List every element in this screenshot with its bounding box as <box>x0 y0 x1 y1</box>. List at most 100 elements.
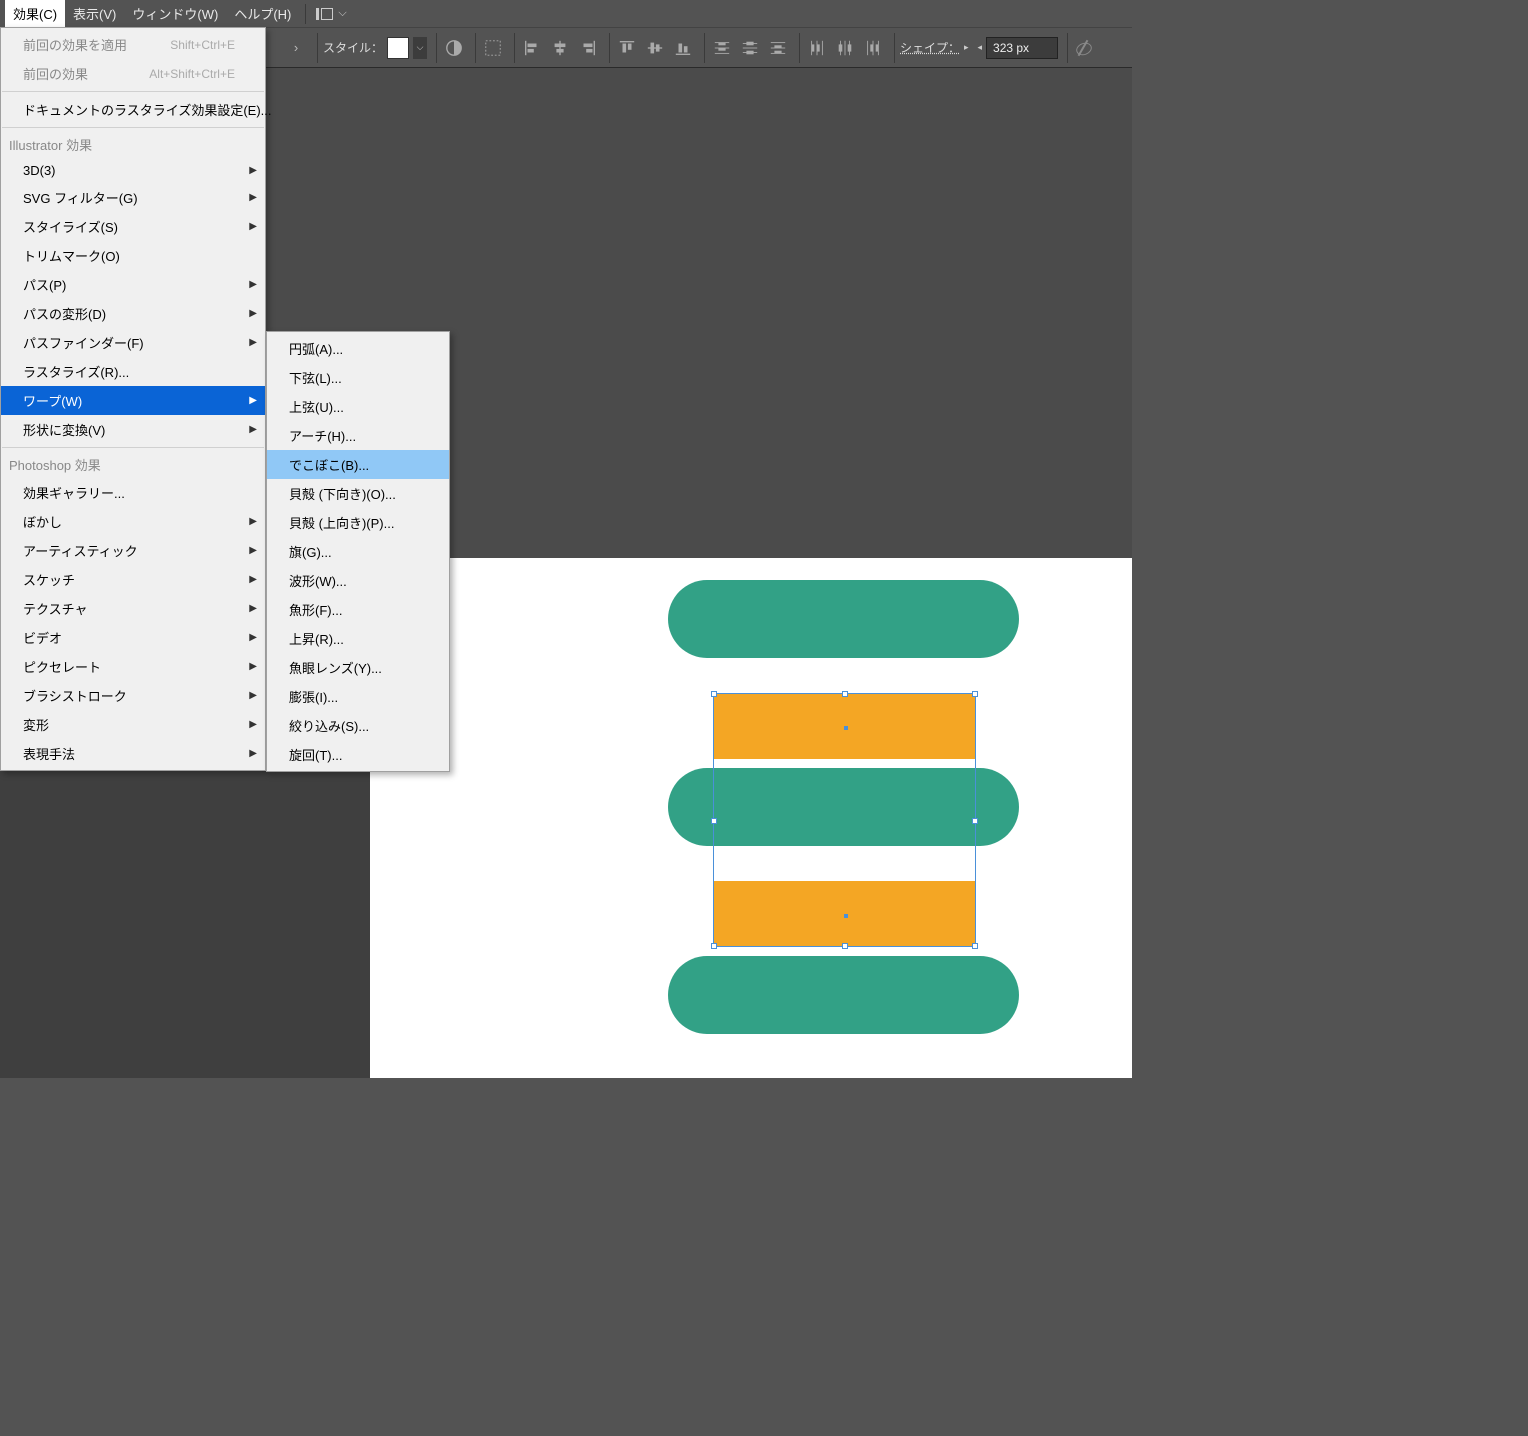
menubar: 効果(C) 表示(V) ウィンドウ(W) ヘルプ(H) ⌵ <box>0 0 1132 27</box>
distribute-top-icon[interactable] <box>710 36 734 60</box>
menu-ps-item-5[interactable]: ビデオ▶ <box>1 623 265 652</box>
distribute-vcenter-icon[interactable] <box>738 36 762 60</box>
distribute-left-icon[interactable] <box>805 36 829 60</box>
menu-warp-item-4[interactable]: でこぼこ(B)... <box>267 450 449 479</box>
panel-layout-icon[interactable] <box>316 7 334 21</box>
submenu-arrow-icon: ▶ <box>249 165 257 176</box>
menu-ps-item-1[interactable]: ぼかし▶ <box>1 507 265 536</box>
align-right-icon[interactable] <box>576 36 600 60</box>
align-top-icon[interactable] <box>615 36 639 60</box>
menu-warp-item-2[interactable]: 上弦(U)... <box>267 392 449 421</box>
menu-warp-item-12[interactable]: 膨張(I)... <box>267 682 449 711</box>
menu-warp-item-8[interactable]: 波形(W)... <box>267 566 449 595</box>
menu-warp-item-11[interactable]: 魚眼レンズ(Y)... <box>267 653 449 682</box>
menu-warp-item-5[interactable]: 貝殻 (下向き)(O)... <box>267 479 449 508</box>
style-dropdown[interactable]: ⌵ <box>413 37 427 59</box>
menu-warp-item-10[interactable]: 上昇(R)... <box>267 624 449 653</box>
shape-width-input[interactable] <box>986 37 1058 59</box>
menu-ai-item-4[interactable]: パス(P)▶ <box>1 270 265 299</box>
selection-handle[interactable] <box>972 691 978 697</box>
menu-ps-item-6[interactable]: ピクセレート▶ <box>1 652 265 681</box>
submenu-arrow-icon: ▶ <box>249 545 257 556</box>
align-to-artboard-icon[interactable] <box>481 36 505 60</box>
menu-ps-item-4[interactable]: テクスチャ▶ <box>1 594 265 623</box>
menu-ai-item-7[interactable]: ラスタライズ(R)... <box>1 357 265 386</box>
menu-warp-item-0[interactable]: 円弧(A)... <box>267 334 449 363</box>
separator <box>317 33 318 63</box>
submenu-arrow-icon: ▶ <box>249 719 257 730</box>
menu-ai-item-0[interactable]: 3D(3)▶ <box>1 158 265 183</box>
selection-center <box>844 914 848 918</box>
menu-warp-item-6[interactable]: 貝殻 (上向き)(P)... <box>267 508 449 537</box>
menu-ai-item-1[interactable]: SVG フィルター(G)▶ <box>1 183 265 212</box>
menu-ps-item-0[interactable]: 効果ギャラリー... <box>1 478 265 507</box>
separator <box>2 447 264 448</box>
menu-apply-last-effect: 前回の効果を適用 Shift+Ctrl+E <box>1 30 265 59</box>
menu-warp-item-9[interactable]: 魚形(F)... <box>267 595 449 624</box>
separator <box>799 33 800 63</box>
separator <box>1067 33 1068 63</box>
warp-submenu: 円弧(A)...下弦(L)...上弦(U)...アーチ(H)...でこぼこ(B)… <box>266 331 450 772</box>
selection-handle[interactable] <box>711 943 717 949</box>
separator <box>609 33 610 63</box>
selection-center <box>844 726 848 730</box>
menu-warp-item-1[interactable]: 下弦(L)... <box>267 363 449 392</box>
separator <box>894 33 895 63</box>
selection-handle[interactable] <box>972 943 978 949</box>
menu-ps-item-8[interactable]: 変形▶ <box>1 710 265 739</box>
submenu-arrow-icon: ▶ <box>249 395 257 406</box>
menu-ai-item-5[interactable]: パスの変形(D)▶ <box>1 299 265 328</box>
submenu-arrow-icon: ▶ <box>249 632 257 643</box>
menu-ai-item-9[interactable]: 形状に変換(V)▶ <box>1 415 265 444</box>
shape-pill[interactable] <box>668 580 1019 658</box>
submenu-arrow-icon: ▶ <box>249 192 257 203</box>
menu-help[interactable]: ヘルプ(H) <box>226 0 299 27</box>
distribute-bottom-icon[interactable] <box>766 36 790 60</box>
separator <box>475 33 476 63</box>
submenu-arrow-icon: ▶ <box>249 221 257 232</box>
selection-handle[interactable] <box>711 691 717 697</box>
submenu-arrow-icon: ▶ <box>249 279 257 290</box>
submenu-arrow-icon: ▶ <box>249 516 257 527</box>
menu-effect[interactable]: 効果(C) <box>5 0 65 27</box>
opacity-icon[interactable] <box>442 36 466 60</box>
menu-warp-item-13[interactable]: 絞り込み(S)... <box>267 711 449 740</box>
submenu-arrow-icon: ▶ <box>249 690 257 701</box>
menu-ps-item-7[interactable]: ブラシストローク▶ <box>1 681 265 710</box>
menu-header-photoshop: Photoshop 効果 <box>1 451 265 478</box>
distribute-hcenter-icon[interactable] <box>833 36 857 60</box>
separator <box>436 33 437 63</box>
selection-handle[interactable] <box>842 943 848 949</box>
menu-doc-raster-settings[interactable]: ドキュメントのラスタライズ効果設定(E)... <box>1 95 265 124</box>
align-left-icon[interactable] <box>520 36 544 60</box>
menu-ai-item-6[interactable]: パスファインダー(F)▶ <box>1 328 265 357</box>
style-label: スタイル： <box>323 39 383 56</box>
style-swatch[interactable] <box>387 37 409 59</box>
selection-handle[interactable] <box>972 818 978 824</box>
no-constraint-icon[interactable] <box>1073 38 1093 58</box>
menu-warp-item-3[interactable]: アーチ(H)... <box>267 421 449 450</box>
canvas[interactable] <box>370 558 1132 1078</box>
menu-window[interactable]: ウィンドウ(W) <box>124 0 226 27</box>
separator <box>305 4 306 24</box>
menu-ai-item-2[interactable]: スタイライズ(S)▶ <box>1 212 265 241</box>
selection-handle[interactable] <box>842 691 848 697</box>
shape-pill[interactable] <box>668 956 1019 1034</box>
align-hcenter-icon[interactable] <box>548 36 572 60</box>
distribute-right-icon[interactable] <box>861 36 885 60</box>
menu-ps-item-2[interactable]: アーティスティック▶ <box>1 536 265 565</box>
chevron-right-icon[interactable]: › <box>284 36 308 60</box>
chevron-down-icon[interactable]: ⌵ <box>338 7 346 20</box>
menu-ps-item-9[interactable]: 表現手法▶ <box>1 739 265 768</box>
align-bottom-icon[interactable] <box>671 36 695 60</box>
menu-header-illustrator: Illustrator 効果 <box>1 131 265 158</box>
menu-view[interactable]: 表示(V) <box>65 0 124 27</box>
separator <box>704 33 705 63</box>
menu-ai-item-8[interactable]: ワープ(W)▶ <box>1 386 265 415</box>
selection-handle[interactable] <box>711 818 717 824</box>
align-vcenter-icon[interactable] <box>643 36 667 60</box>
menu-ai-item-3[interactable]: トリムマーク(O) <box>1 241 265 270</box>
menu-ps-item-3[interactable]: スケッチ▶ <box>1 565 265 594</box>
menu-warp-item-14[interactable]: 旋回(T)... <box>267 740 449 769</box>
menu-warp-item-7[interactable]: 旗(G)... <box>267 537 449 566</box>
